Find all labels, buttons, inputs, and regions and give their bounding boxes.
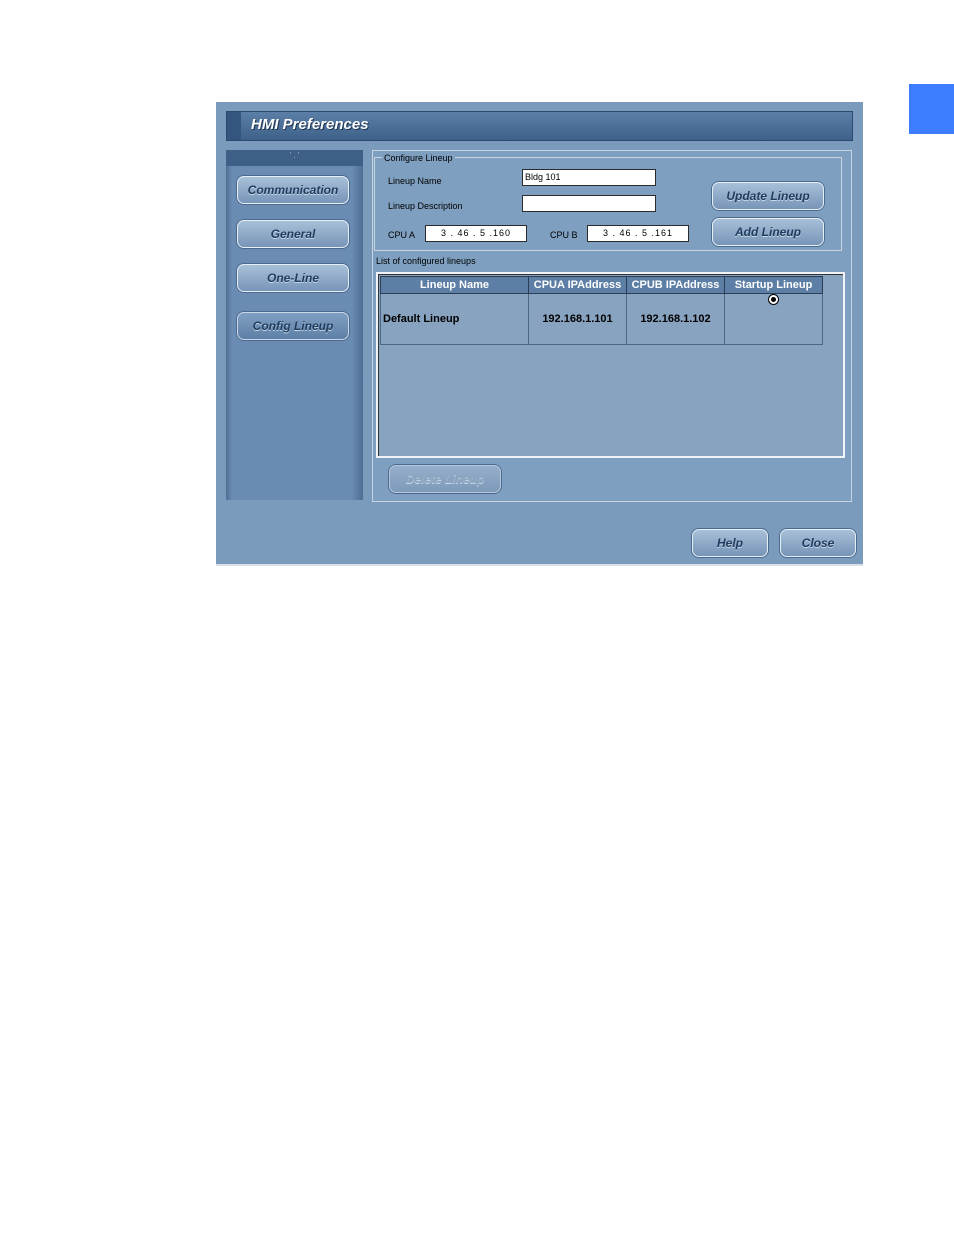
lineup-list-label: List of configured lineups bbox=[376, 256, 476, 266]
lineup-description-input[interactable] bbox=[522, 195, 656, 212]
sidebar-item-one-line[interactable]: One-Line bbox=[237, 264, 349, 292]
sidebar-header: ' . ' bbox=[226, 150, 363, 166]
title-bar: HMI Preferences bbox=[226, 111, 853, 141]
lineup-name-label: Lineup Name bbox=[388, 176, 442, 186]
cell-cpua-ip: 192.168.1.101 bbox=[528, 293, 627, 345]
add-lineup-button[interactable]: Add Lineup bbox=[712, 218, 824, 246]
cell-cpub-ip: 192.168.1.102 bbox=[626, 293, 725, 345]
help-button[interactable]: Help bbox=[692, 529, 768, 557]
column-header-cpub-ip[interactable]: CPUB IPAddress bbox=[626, 276, 725, 294]
cpu-b-label: CPU B bbox=[550, 230, 578, 240]
close-button[interactable]: Close bbox=[780, 529, 856, 557]
lineup-name-input[interactable]: Bldg 101 bbox=[522, 169, 656, 186]
title-bar-accent bbox=[227, 112, 241, 140]
lineup-table: Lineup Name CPUA IPAddress CPUB IPAddres… bbox=[380, 276, 823, 345]
sidebar-item-general[interactable]: General bbox=[237, 220, 349, 248]
page-tab-marker bbox=[909, 84, 954, 134]
window-title: HMI Preferences bbox=[251, 116, 369, 133]
column-header-startup[interactable]: Startup Lineup bbox=[724, 276, 823, 294]
delete-lineup-button[interactable]: Delete Lineup bbox=[389, 465, 501, 493]
sidebar-item-config-lineup[interactable]: Config Lineup bbox=[237, 312, 349, 340]
sidebar-item-communication[interactable]: Communication bbox=[237, 176, 349, 204]
cell-startup bbox=[724, 293, 823, 345]
column-header-lineup-name[interactable]: Lineup Name bbox=[380, 276, 529, 294]
sidebar: ' . ' Communication General One-Line Con… bbox=[226, 150, 363, 500]
startup-lineup-radio[interactable] bbox=[768, 294, 779, 305]
table-row[interactable]: Default Lineup 192.168.1.101 192.168.1.1… bbox=[380, 293, 823, 345]
cpu-a-ip-input[interactable]: 3 . 46 . 5 .160 bbox=[425, 225, 527, 242]
update-lineup-button[interactable]: Update Lineup bbox=[712, 182, 824, 210]
lineup-description-label: Lineup Description bbox=[388, 201, 463, 211]
hmi-preferences-window: HMI Preferences ' . ' Communication Gene… bbox=[216, 102, 863, 566]
cell-lineup-name: Default Lineup bbox=[380, 293, 529, 345]
cpu-a-label: CPU A bbox=[388, 230, 416, 240]
configure-lineup-label: Configure Lineup bbox=[382, 153, 455, 163]
column-header-cpua-ip[interactable]: CPUA IPAddress bbox=[528, 276, 627, 294]
cpu-b-ip-input[interactable]: 3 . 46 . 5 .161 bbox=[587, 225, 689, 242]
table-header-row: Lineup Name CPUA IPAddress CPUB IPAddres… bbox=[380, 276, 823, 294]
lineup-table-container: Lineup Name CPUA IPAddress CPUB IPAddres… bbox=[376, 272, 845, 458]
